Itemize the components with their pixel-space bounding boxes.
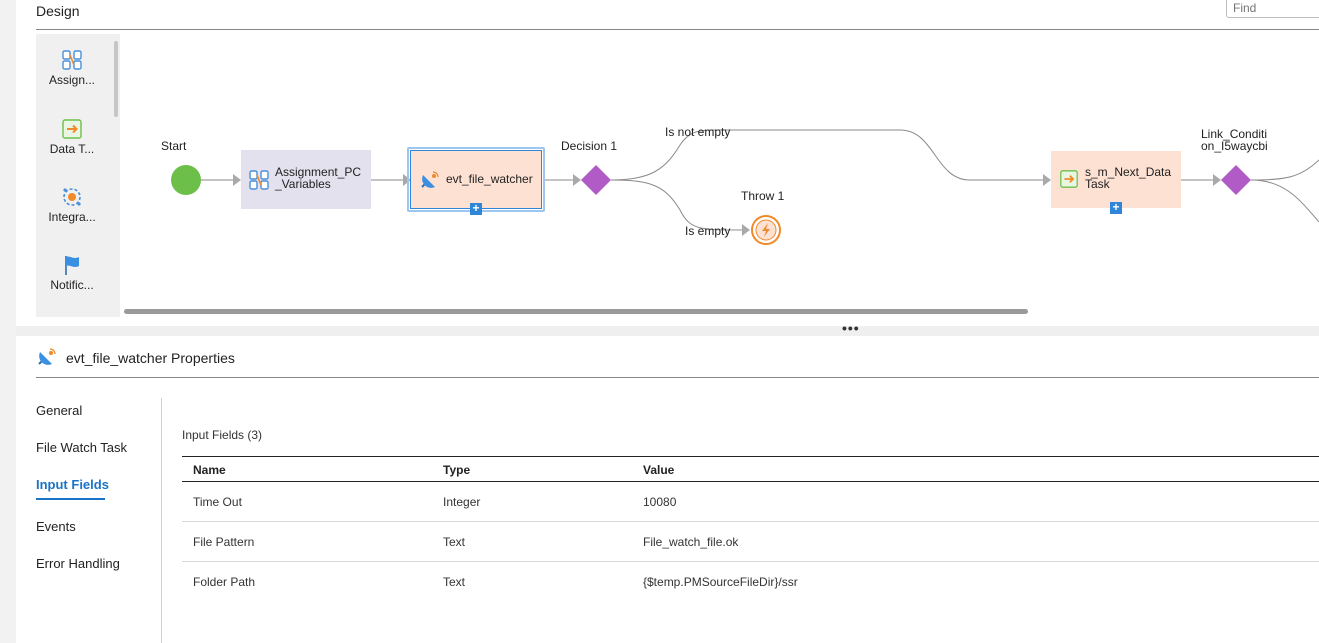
column-header-name[interactable]: Name: [193, 463, 226, 477]
connector-link-out-lower: [1250, 179, 1319, 223]
table-header-row: Name Type Value: [182, 456, 1319, 482]
nav-item-events[interactable]: Events: [36, 519, 76, 534]
field-value[interactable]: File_watch_file.ok: [643, 535, 738, 549]
nav-item-general[interactable]: General: [36, 403, 82, 418]
throw-label: Throw 1: [741, 189, 785, 203]
assignment-node-label: Assignment_PC _Variables: [275, 165, 362, 191]
expand-plus-button[interactable]: +: [1110, 201, 1122, 214]
table-row[interactable]: File Pattern Text File_watch_file.ok: [182, 522, 1319, 562]
assignment-node[interactable]: Assignment_PC _Variables: [241, 150, 371, 209]
field-name: File Pattern: [193, 535, 255, 549]
file-watcher-node-label: evt_file_watcher: [446, 172, 533, 186]
assignment-icon: [249, 170, 269, 190]
start-node[interactable]: [170, 164, 202, 196]
nav-divider: [161, 398, 162, 643]
table-row[interactable]: Time Out Integer 10080: [182, 482, 1319, 522]
field-value[interactable]: {$temp.PMSourceFileDir}/ssr: [643, 575, 798, 589]
link-condition-label: Link_Conditi on_I5waycbi: [1201, 127, 1268, 153]
decision-label: Decision 1: [561, 139, 618, 153]
expand-plus-button[interactable]: +: [470, 202, 482, 215]
throw-node[interactable]: [750, 214, 782, 246]
nav-item-error-handling[interactable]: Error Handling: [36, 556, 120, 571]
table-row[interactable]: Folder Path Text {$temp.PMSourceFileDir}…: [182, 562, 1319, 602]
file-watch-satellite-icon: [38, 348, 56, 365]
properties-title: evt_file_watcher Properties: [66, 350, 235, 366]
field-value[interactable]: 10080: [643, 495, 676, 509]
splitter-handle[interactable]: •••: [842, 320, 860, 336]
active-nav-underline: [36, 498, 105, 500]
next-data-task-label: s_m_Next_Data Task: [1085, 165, 1172, 191]
connector-is-empty: [610, 179, 743, 231]
arrowhead: [742, 224, 750, 236]
field-type: Text: [443, 575, 466, 589]
is-empty-label: Is empty: [685, 224, 731, 238]
panel-splitter[interactable]: [16, 326, 1319, 336]
field-name: Time Out: [193, 495, 242, 509]
decision-node[interactable]: [580, 164, 612, 196]
link-condition-decision-node[interactable]: [1220, 164, 1252, 196]
column-header-value[interactable]: Value: [643, 463, 674, 477]
input-fields-caption: Input Fields (3): [182, 428, 263, 442]
field-name: Folder Path: [193, 575, 256, 589]
arrowhead: [233, 174, 241, 186]
next-data-task-node[interactable]: s_m_Next_Data Task +: [1051, 151, 1181, 214]
file-watcher-node[interactable]: evt_file_watcher +: [410, 150, 542, 215]
nav-item-input-fields[interactable]: Input Fields: [36, 477, 109, 492]
field-type: Text: [443, 535, 466, 549]
arrowhead: [1043, 174, 1051, 186]
properties-divider: [36, 377, 1319, 378]
column-header-type[interactable]: Type: [443, 463, 470, 477]
start-label: Start: [161, 139, 187, 153]
file-watch-satellite-icon: [421, 171, 439, 188]
canvas-horizontal-scrollbar[interactable]: [124, 309, 1028, 314]
is-not-empty-label: Is not empty: [665, 125, 731, 139]
connector-link-out-upper: [1250, 159, 1319, 181]
nav-item-file-watch-task[interactable]: File Watch Task: [36, 440, 127, 455]
data-task-icon: [1060, 170, 1078, 188]
field-type: Integer: [443, 495, 481, 509]
